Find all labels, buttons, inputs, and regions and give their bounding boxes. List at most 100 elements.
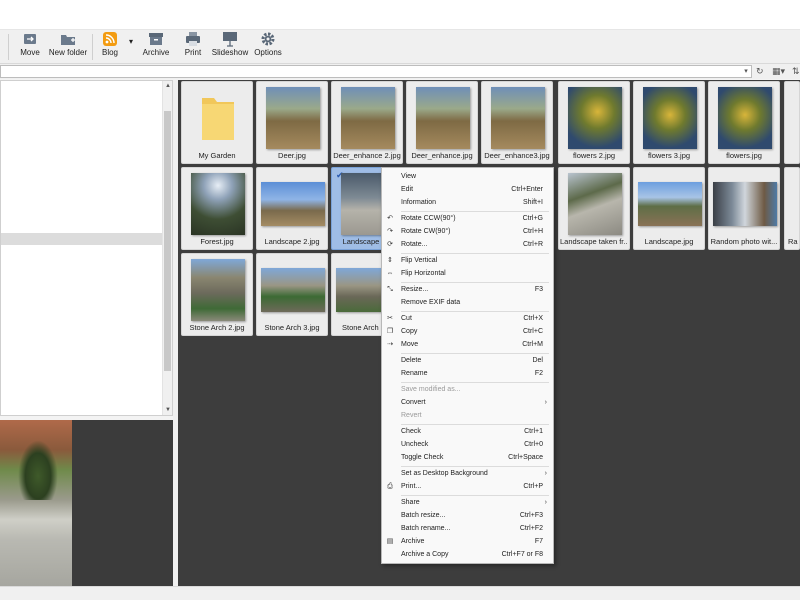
menu-item-rotate-cw[interactable]: ↷ Rotate CW(90°) Ctrl+H — [382, 226, 553, 238]
menu-bar — [0, 0, 800, 30]
folder-tree[interactable]: ▲ ▼ — [0, 80, 173, 416]
print-button[interactable]: Print — [180, 31, 206, 63]
archive-button[interactable]: Archive — [140, 31, 172, 63]
menu-item-information[interactable]: Information Shift+I — [382, 197, 553, 209]
copy-icon: ❐ — [386, 328, 394, 335]
menu-item-print[interactable]: ⎙ Print... Ctrl+P — [382, 481, 553, 493]
tree-scrollbar[interactable]: ▲ ▼ — [162, 81, 172, 415]
slideshow-button[interactable]: Slideshow — [212, 31, 248, 63]
thumbnail-item[interactable]: Deer_enhance 2.jpg — [331, 81, 403, 164]
thumbnail-label: Stone Arch 3.jpg — [264, 323, 320, 332]
thumbnail-item[interactable]: Random photo wit... — [708, 167, 780, 250]
thumbnail-image — [568, 173, 622, 235]
toolbar-separator — [8, 34, 9, 60]
move-button[interactable]: Move — [18, 31, 42, 63]
thumbnail-item[interactable]: Landscape taken fr... — [558, 167, 630, 250]
thumbnail-image — [266, 87, 320, 149]
chevron-down-icon: ▾ — [128, 37, 133, 46]
menu-separator — [401, 353, 549, 354]
menu-item-move[interactable]: ⇢ Move Ctrl+M — [382, 339, 553, 351]
thumbnail-item[interactable]: flowers 2.jpg — [558, 81, 630, 164]
menu-item-cut[interactable]: ✂ Cut Ctrl+X — [382, 313, 553, 325]
thumbnail-item[interactable]: Landscape.jpg — [633, 167, 705, 250]
path-input[interactable]: ▾ — [0, 65, 752, 78]
menu-item-flip-vertical[interactable]: ⇕ Flip Vertical — [382, 255, 553, 267]
toolbar-separator — [92, 34, 93, 60]
tree-selected-row[interactable] — [1, 233, 163, 245]
print-label: Print — [184, 48, 202, 57]
menu-item-copy[interactable]: ❐ Copy Ctrl+C — [382, 326, 553, 338]
menu-item-resize[interactable]: ⤡ Resize... F3 — [382, 284, 553, 296]
menu-item-batch-resize[interactable]: Batch resize... Ctrl+F3 — [382, 510, 553, 522]
toolbar: Move New folder Blog ▾ Archive Print Sli… — [0, 30, 800, 64]
scrollbar-thumb[interactable] — [164, 111, 171, 371]
gear-icon — [261, 32, 275, 46]
thumbnail-image — [718, 87, 772, 149]
menu-item-rotate[interactable]: ⟳ Rotate... Ctrl+R — [382, 239, 553, 251]
thumbnail-item[interactable]: Deer_enhance.jpg — [406, 81, 478, 164]
archive-icon — [149, 33, 163, 45]
thumbnail-item[interactable] — [784, 81, 800, 164]
blog-button[interactable]: Blog — [98, 31, 122, 63]
thumbnail-item[interactable]: Landscape 2.jpg — [256, 167, 328, 250]
thumbnail-label: Forest.jpg — [200, 237, 234, 246]
thumbnail-label: Deer_enhance3.jpg — [484, 151, 550, 160]
menu-item-set-desktop-background[interactable]: Set as Desktop Background › — [382, 468, 553, 480]
sort-icon[interactable]: ⇅ — [792, 65, 800, 77]
menu-item-remove-exif[interactable]: Remove EXIF data — [382, 297, 553, 309]
rotate-ccw-icon: ↶ — [387, 215, 393, 222]
preview-image — [0, 420, 72, 586]
resize-icon: ⤡ — [387, 286, 393, 293]
thumbnail-item[interactable]: Forest.jpg — [181, 167, 253, 250]
menu-item-toggle-check[interactable]: Toggle Check Ctrl+Space — [382, 452, 553, 464]
menu-item-revert: Revert — [401, 412, 422, 419]
blog-label: Blog — [101, 48, 118, 57]
options-button[interactable]: Options — [254, 31, 282, 63]
thumbnail-label: My Garden — [198, 151, 236, 160]
printer-icon — [186, 32, 200, 46]
thumbnail-image — [713, 182, 777, 226]
thumbnail-item[interactable]: flowers.jpg — [708, 81, 780, 164]
thumbnail-item[interactable]: Ra — [784, 167, 800, 250]
menu-item-batch-rename[interactable]: Batch rename... Ctrl+F2 — [382, 523, 553, 535]
blog-dropdown-arrow[interactable]: ▾ — [127, 31, 135, 63]
menu-item-rename[interactable]: Rename F2 — [382, 368, 553, 380]
thumbnail-image — [261, 182, 325, 226]
new-folder-label: New folder — [48, 48, 88, 57]
menu-item-rotate-ccw[interactable]: ↶ Rotate CCW(90°) Ctrl+G — [382, 213, 553, 225]
status-bar — [0, 586, 800, 600]
menu-item-flip-horizontal[interactable]: ⇔ Flip Horizontal — [382, 268, 553, 280]
menu-separator — [401, 311, 549, 312]
menu-item-archive-a-copy[interactable]: Archive a Copy Ctrl+F7 or F8 — [382, 549, 553, 561]
thumbnail-item[interactable]: Stone Arch 3.jpg — [256, 253, 328, 336]
refresh-icon[interactable]: ↻ — [756, 65, 764, 77]
chevron-down-icon[interactable]: ▾ — [741, 66, 751, 77]
thumbnail-image — [416, 87, 470, 149]
new-folder-button[interactable]: New folder — [48, 31, 88, 63]
thumbnail-item[interactable]: Deer_enhance3.jpg — [481, 81, 553, 164]
thumbnail-item[interactable]: Deer.jpg — [256, 81, 328, 164]
thumbnail-label: Ra — [788, 237, 798, 246]
thumbnail-item[interactable]: Stone Arch 2.jpg — [181, 253, 253, 336]
thumbnail-item[interactable]: My Garden — [181, 81, 253, 164]
move-icon — [24, 34, 36, 44]
menu-separator — [401, 253, 549, 254]
menu-separator — [401, 495, 549, 496]
menu-item-edit[interactable]: Edit Ctrl+Enter — [382, 184, 553, 196]
view-mode-icon[interactable]: ▦▾ — [772, 65, 785, 77]
menu-item-check[interactable]: Check Ctrl+1 — [382, 426, 553, 438]
menu-item-convert[interactable]: Convert › — [382, 397, 553, 409]
thumbnail-item[interactable]: flowers 3.jpg — [633, 81, 705, 164]
menu-item-share[interactable]: Share › — [382, 497, 553, 509]
flip-horizontal-icon: ⇔ — [386, 270, 394, 277]
menu-item-view[interactable]: View — [382, 171, 553, 183]
thumbnail-label: Landscape 2.jpg — [264, 237, 320, 246]
menu-item-delete[interactable]: Delete Del — [382, 355, 553, 367]
slideshow-label: Slideshow — [211, 48, 249, 57]
new-folder-icon — [61, 35, 75, 45]
thumbnail-label: Landscape taken fr... — [560, 237, 628, 246]
menu-item-archive[interactable]: ▤ Archive F7 — [382, 536, 553, 548]
menu-item-uncheck[interactable]: Uncheck Ctrl+0 — [382, 439, 553, 451]
scroll-up-arrow-icon[interactable]: ▲ — [163, 81, 173, 91]
scroll-down-arrow-icon[interactable]: ▼ — [163, 405, 173, 415]
